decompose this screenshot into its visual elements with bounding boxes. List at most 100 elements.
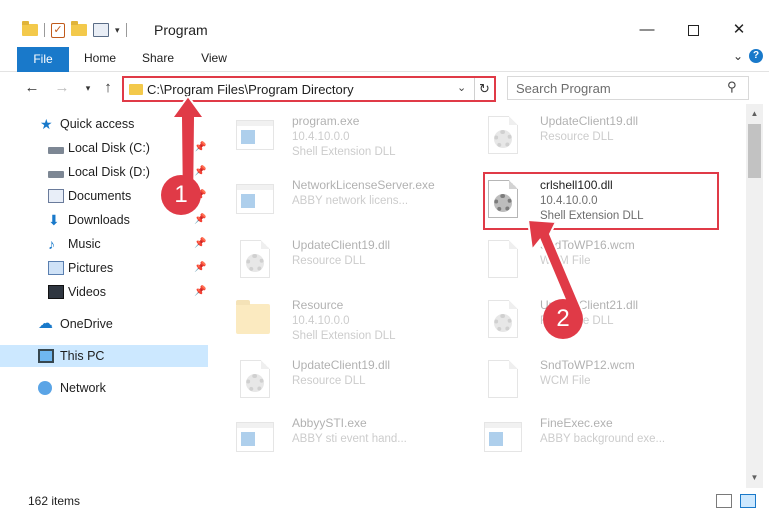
back-arrow-icon[interactable]: ← [22,78,42,98]
file-meta: Shell Extension DLL [292,330,396,342]
navigation-row: ← → ▾ ↑ C:\Program Files\Program Directo… [0,72,769,104]
file-name: program.exe [292,114,360,128]
file-meta: Resource DLL [292,375,366,387]
music-icon: ♪ [48,236,55,252]
pin-icon[interactable]: 📌 [194,262,206,273]
list-item[interactable]: AbbyySTI.exe ABBY sti event hand... [224,410,454,466]
file-meta: Resource DLL [292,255,366,267]
cloud-icon: ☁ [38,315,53,332]
customize-toolbar-icon[interactable]: ▾ [115,25,120,36]
tab-share[interactable]: Share [139,47,177,72]
close-button[interactable]: ✕ [716,19,762,41]
dll-gear-icon [236,240,276,280]
scroll-up-arrow-icon[interactable]: ▲ [746,106,763,122]
file-name: NetworkLicenseServer.exe [292,178,435,192]
list-item[interactable]: SndToWP12.wcm WCM File [472,352,702,408]
quick-access-toolbar: ✓ ▾ [22,19,127,41]
sidebar-item-label: Quick access [60,117,135,131]
list-item[interactable]: Resource 10.4.10.0.0 Shell Extension DLL [224,292,454,348]
installer-icon [236,116,276,156]
refresh-icon[interactable]: ↻ [474,78,494,100]
exe-icon [236,418,276,458]
item-count: 162 items [28,494,81,508]
divider [44,23,45,37]
sidebar-item-onedrive[interactable]: ☁ OneDrive [0,313,208,335]
tab-view[interactable]: View [197,47,231,72]
download-icon: ⬇ [48,212,60,228]
new-folder-icon[interactable] [71,21,87,36]
sidebar-item-videos[interactable]: Videos 📌 [0,281,208,303]
file-icon [484,240,524,280]
sidebar-item-label: Music [68,237,101,251]
sidebar-item-label: OneDrive [60,317,113,331]
folder-icon [129,84,143,95]
pictures-icon [48,261,64,275]
list-item[interactable]: UpdateClient19.dll Resource DLL [472,108,702,164]
file-list: program.exe 10.4.10.0.0 Shell Extension … [224,104,744,488]
dll-gear-icon [484,300,524,340]
sidebar-item-this-pc[interactable]: This PC [0,345,208,367]
list-item[interactable]: NetworkLicenseServer.exe ABBY network li… [224,172,454,228]
dll-gear-icon [236,360,276,400]
sidebar-item-music[interactable]: ♪ Music 📌 [0,233,208,255]
list-item[interactable]: UpdateClient19.dll Resource DLL [224,352,454,408]
list-item[interactable]: FineExec.exe ABBY background exe... [472,410,702,466]
address-history-chevron-icon[interactable]: ⌄ [457,81,466,94]
tiles-view-icon[interactable] [740,494,756,508]
recent-locations-chevron-icon[interactable]: ▾ [78,78,98,98]
file-meta: ABBY background exe... [540,433,666,445]
tab-home[interactable]: Home [81,47,119,72]
forward-arrow-icon[interactable]: → [52,78,72,98]
maximize-button[interactable] [670,19,716,41]
pin-icon[interactable]: 📌 [194,238,206,249]
title-bar: ✓ ▾ Program — ✕ [0,0,769,42]
maximize-icon [687,24,699,36]
help-icon[interactable]: ? [749,49,763,63]
up-arrow-icon[interactable]: ↑ [98,78,118,98]
sidebar-item-label: This PC [60,349,105,363]
exe-icon [484,418,524,458]
file-name: AbbyySTI.exe [292,416,367,430]
dll-gear-icon [484,116,524,156]
search-input[interactable]: Search Program ⚲ [507,76,749,100]
file-name: SndToWP12.wcm [540,358,635,372]
file-meta: 10.4.10.0.0 [292,315,350,327]
documents-icon [48,189,64,203]
minimize-button[interactable]: — [624,19,670,41]
sidebar-item-label: Network [60,381,106,395]
scroll-thumb[interactable] [748,124,761,178]
disk-icon [48,170,64,178]
vertical-scrollbar[interactable]: ▲ ▼ [746,104,763,488]
properties-icon[interactable] [93,23,109,37]
network-icon [38,381,52,395]
list-item[interactable]: UpdateClient19.dll Resource DLL [224,232,454,288]
details-view-icon[interactable] [716,494,732,508]
sidebar-item-network[interactable]: Network [0,377,208,399]
sidebar-item-label: Local Disk (D:) [68,165,150,179]
annotation-badge-1: 1 [161,175,201,215]
sidebar-item-label: Videos [68,285,106,299]
status-bar: 162 items [0,488,769,520]
file-meta: ABBY network licens... [292,195,409,207]
disk-icon [48,146,64,154]
list-item[interactable]: program.exe 10.4.10.0.0 Shell Extension … [224,108,454,164]
search-icon[interactable]: ⚲ [727,79,737,95]
tab-file[interactable]: File [17,47,69,73]
exe-icon [236,180,276,220]
file-name: UpdateClient19.dll [292,238,391,252]
pin-icon[interactable]: 📌 [194,286,206,297]
sidebar-item-label: Local Disk (C:) [68,141,150,155]
file-name: UpdateClient19.dll [292,358,391,372]
expand-ribbon-chevron-down-icon[interactable]: ⌄ [733,49,743,63]
file-meta: WCM File [540,375,591,387]
ribbon: File Home Share View ⌄ ? [0,42,769,73]
file-name: Resource [292,298,344,312]
sidebar-item-label: Documents [68,189,132,203]
sidebar-item-pictures[interactable]: Pictures 📌 [0,257,208,279]
scroll-down-arrow-icon[interactable]: ▼ [746,470,763,486]
folder-icon [236,300,276,340]
address-path[interactable]: C:\Program Files\Program Directory [147,82,354,97]
star-icon: ★ [40,116,53,132]
sidebar-item-label: Downloads [68,213,130,227]
properties-check-icon[interactable]: ✓ [51,22,65,38]
